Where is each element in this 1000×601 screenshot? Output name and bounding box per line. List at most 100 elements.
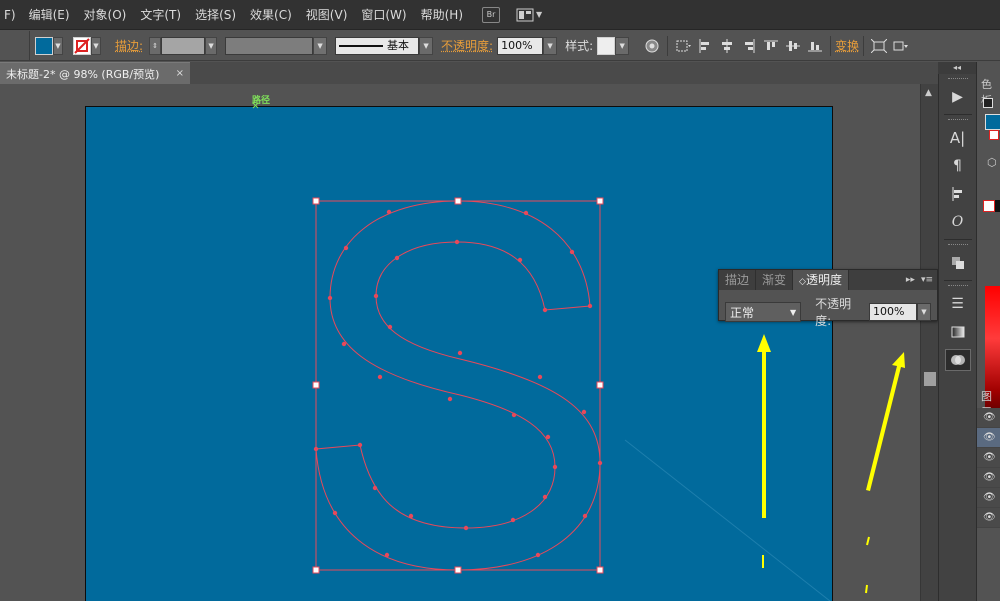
variable-width-field[interactable]: [225, 36, 314, 55]
graphic-style-dropdown[interactable]: ▼: [615, 36, 630, 55]
opacity-label[interactable]: 不透明度:: [441, 37, 493, 54]
recolor-artwork-button[interactable]: [641, 35, 663, 57]
resize-handle-top[interactable]: [454, 197, 462, 205]
brush-definition[interactable]: 基本 ▼: [335, 36, 434, 55]
panel-opacity-control[interactable]: 100% ▼: [869, 303, 931, 321]
anchor-point[interactable]: [552, 464, 558, 470]
white-swatch[interactable]: [995, 200, 1000, 212]
stroke-label[interactable]: 描边:: [115, 37, 143, 54]
tab-transparency[interactable]: ◇透明度: [793, 270, 849, 290]
align-horizontal-center-button[interactable]: [716, 35, 738, 57]
document-tab[interactable]: 未标题-2* @ 98% (RGB/预览) ×: [0, 62, 190, 84]
opentype-panel-button[interactable]: O: [945, 211, 971, 233]
variable-width-profile[interactable]: ▼: [225, 36, 328, 55]
eye-icon[interactable]: 👁: [983, 512, 996, 523]
menu-type[interactable]: 文字(T): [133, 0, 188, 30]
layer-row[interactable]: 👁: [977, 468, 1000, 488]
anchor-point[interactable]: [327, 295, 333, 301]
layer-row[interactable]: 👁: [977, 428, 1000, 448]
stroke-weight-stepper[interactable]: ⇕: [149, 36, 162, 55]
resize-handle-left[interactable]: [312, 381, 320, 389]
none-color-icon[interactable]: [989, 130, 999, 140]
arrange-documents-button[interactable]: ▼: [516, 8, 542, 22]
dock-collapse-button[interactable]: ◂◂: [938, 62, 976, 74]
stroke-weight-input[interactable]: [161, 36, 206, 55]
eye-icon[interactable]: 👁: [983, 492, 996, 503]
dock-grip[interactable]: [947, 78, 968, 80]
brush-dropdown[interactable]: ▼: [419, 36, 434, 55]
menu-window[interactable]: 窗口(W): [354, 0, 413, 30]
anchor-point[interactable]: [386, 209, 392, 215]
anchor-point[interactable]: [408, 513, 414, 519]
dock-grip[interactable]: [947, 119, 968, 121]
anchor-point[interactable]: [517, 257, 523, 263]
menu-help[interactable]: 帮助(H): [414, 0, 470, 30]
resize-handle-top-left[interactable]: [312, 197, 320, 205]
layer-row[interactable]: 👁: [977, 408, 1000, 428]
anchor-point[interactable]: [463, 525, 469, 531]
none-swatch[interactable]: [983, 200, 995, 212]
anchor-point[interactable]: [523, 210, 529, 216]
anchor-point[interactable]: [332, 510, 338, 516]
brush-definition-field[interactable]: 基本: [335, 36, 420, 55]
anchor-point[interactable]: [372, 485, 378, 491]
anchor-point[interactable]: [587, 303, 593, 309]
anchor-point[interactable]: [394, 255, 400, 261]
anchor-point[interactable]: [582, 513, 588, 519]
anchor-point[interactable]: [343, 245, 349, 251]
eye-icon[interactable]: 👁: [983, 432, 996, 443]
stroke-panel-button[interactable]: ☰: [945, 293, 971, 315]
fill-swatch-group[interactable]: ▼: [35, 36, 63, 55]
anchor-point[interactable]: [581, 409, 587, 415]
anchor-point[interactable]: [542, 307, 548, 313]
anchor-point[interactable]: [569, 249, 575, 255]
resize-handle-bottom[interactable]: [454, 566, 462, 574]
fill-swatch[interactable]: [35, 36, 53, 55]
control-panel-menu-button[interactable]: [890, 35, 912, 57]
anchor-point[interactable]: [357, 442, 363, 448]
anchor-point[interactable]: [384, 552, 390, 558]
menu-file[interactable]: F): [0, 0, 22, 30]
align-right-button[interactable]: [738, 35, 760, 57]
panel-opacity-dropdown[interactable]: ▼: [917, 303, 931, 321]
tab-gradient[interactable]: 渐变: [756, 270, 794, 290]
layer-row[interactable]: 👁: [977, 448, 1000, 468]
bounding-box[interactable]: [312, 197, 604, 574]
pathfinder-panel-button[interactable]: [945, 252, 971, 274]
stroke-weight-field[interactable]: ⇕ ▼: [149, 36, 218, 55]
opacity-dropdown[interactable]: ▼: [543, 36, 558, 55]
layer-row[interactable]: 👁: [977, 508, 1000, 528]
layer-row[interactable]: 👁: [977, 488, 1000, 508]
close-icon[interactable]: ×: [176, 68, 184, 79]
isolate-group-button[interactable]: [868, 35, 890, 57]
eye-icon[interactable]: 👁: [983, 412, 996, 423]
anchor-point[interactable]: [542, 494, 548, 500]
anchor-point[interactable]: [341, 341, 347, 347]
menu-object[interactable]: 对象(O): [77, 0, 134, 30]
anchor-point[interactable]: [535, 552, 541, 558]
gradient-panel-button[interactable]: [945, 321, 971, 343]
stroke-swatch-group[interactable]: ▼: [73, 36, 101, 55]
variable-width-dropdown[interactable]: ▼: [313, 36, 328, 55]
resize-handle-right[interactable]: [596, 381, 604, 389]
menu-view[interactable]: 视图(V): [299, 0, 355, 30]
anchor-point[interactable]: [510, 517, 516, 523]
fill-dropdown[interactable]: ▼: [53, 36, 63, 55]
anchor-point[interactable]: [454, 239, 460, 245]
align-panel-button[interactable]: [945, 183, 971, 205]
bridge-button[interactable]: Br: [482, 6, 500, 23]
scroll-thumb[interactable]: [924, 372, 936, 386]
eye-icon[interactable]: 👁: [983, 472, 996, 483]
fill-color-swatch[interactable]: [985, 114, 1000, 130]
opacity-input[interactable]: 100%: [497, 36, 544, 55]
anchor-point[interactable]: [545, 434, 551, 440]
menu-effect[interactable]: 效果(C): [243, 0, 299, 30]
align-vertical-center-button[interactable]: [782, 35, 804, 57]
panel-menu-icon[interactable]: ▾≡: [921, 275, 933, 285]
resize-handle-bottom-right[interactable]: [596, 566, 604, 574]
actions-panel-button[interactable]: ▶: [945, 86, 971, 108]
opacity-control[interactable]: 100% ▼: [497, 36, 558, 55]
default-colors-icon[interactable]: [983, 98, 993, 108]
menu-edit[interactable]: 编辑(E): [22, 0, 77, 30]
align-left-button[interactable]: [694, 35, 716, 57]
